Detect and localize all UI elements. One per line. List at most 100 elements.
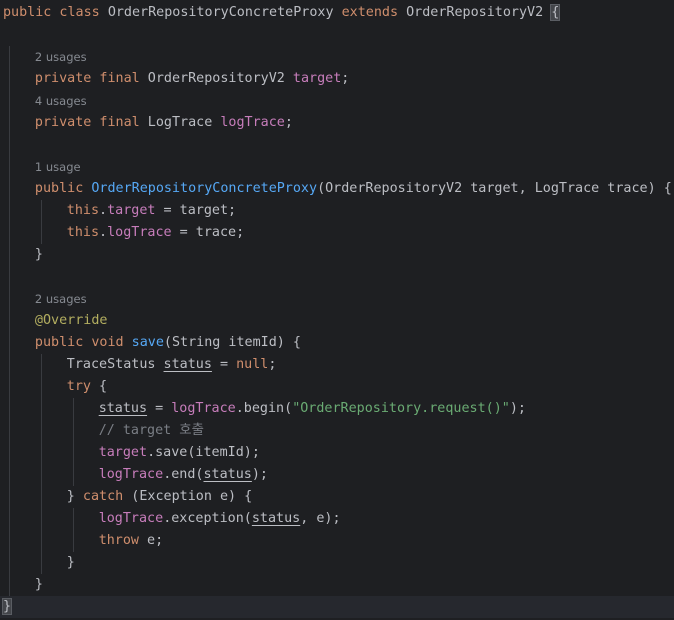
indent-guide xyxy=(9,46,10,596)
code-text[interactable]: logTrace.end(status); xyxy=(99,464,268,486)
code-text[interactable]: try { xyxy=(67,376,107,398)
usages-hint-line[interactable]: 2 usages xyxy=(0,288,674,310)
code-token: { xyxy=(550,4,561,21)
code-token: } xyxy=(66,489,83,504)
code-token: save xyxy=(131,335,164,350)
blank-line[interactable] xyxy=(0,24,674,46)
code-text[interactable]: public void save(String itemId) { xyxy=(35,332,301,354)
code-text[interactable]: } xyxy=(1,596,13,618)
code-token: .exception( xyxy=(163,511,252,526)
usages-hint[interactable]: 2 usages xyxy=(35,288,87,310)
code-line[interactable]: logTrace.exception(status, e); xyxy=(0,508,674,530)
code-editor[interactable]: public class OrderRepositoryConcreteProx… xyxy=(0,0,674,620)
code-token: private final xyxy=(34,115,148,130)
code-token: OrderRepositoryConcreteProxy xyxy=(107,5,342,20)
usages-hint-line[interactable]: 1 usage xyxy=(0,156,674,178)
code-token: logTrace xyxy=(98,511,164,526)
code-token: OrderRepositoryV2 xyxy=(147,71,293,86)
code-token: .end( xyxy=(163,467,204,482)
code-text[interactable]: } catch (Exception e) { xyxy=(67,486,252,508)
code-line[interactable]: private final LogTrace logTrace; xyxy=(0,112,674,134)
code-token: ; xyxy=(284,115,293,130)
code-token: = xyxy=(211,357,237,372)
code-line[interactable]: } xyxy=(0,596,674,618)
code-token: target xyxy=(98,445,148,460)
usages-hint[interactable]: 2 usages xyxy=(35,46,87,68)
code-line[interactable]: @Override xyxy=(0,310,674,332)
code-text[interactable]: this.logTrace = trace; xyxy=(67,222,244,244)
code-token: logTrace xyxy=(107,225,172,240)
code-token: public void xyxy=(34,335,132,350)
code-token: "OrderRepository.request()" xyxy=(292,401,510,416)
code-text[interactable]: private final OrderRepositoryV2 target; xyxy=(35,68,349,90)
blank-line[interactable] xyxy=(0,134,674,156)
code-text[interactable]: this.target = target; xyxy=(67,200,236,222)
code-token: extends xyxy=(341,5,407,20)
code-line[interactable]: } xyxy=(0,574,674,596)
code-text[interactable]: @Override xyxy=(35,310,108,332)
usages-hint[interactable]: 1 usage xyxy=(35,156,81,178)
code-token: TraceStatus xyxy=(66,357,164,372)
code-token: , e); xyxy=(300,511,341,526)
code-line[interactable]: } xyxy=(0,244,674,266)
code-token: { xyxy=(90,379,108,394)
code-token: (String itemId) { xyxy=(163,335,301,350)
blank-line[interactable] xyxy=(0,266,674,288)
code-text[interactable]: private final LogTrace logTrace; xyxy=(35,112,293,134)
code-line[interactable]: this.logTrace = trace; xyxy=(0,222,674,244)
code-text[interactable]: } xyxy=(35,244,43,266)
code-token: . xyxy=(99,225,108,240)
code-text[interactable]: status = logTrace.begin("OrderRepository… xyxy=(99,398,526,420)
code-line[interactable]: try { xyxy=(0,376,674,398)
code-text[interactable]: logTrace.exception(status, e); xyxy=(99,508,341,530)
code-line[interactable]: } xyxy=(0,552,674,574)
code-text[interactable]: // target 호출 xyxy=(99,420,204,442)
code-line[interactable]: throw e; xyxy=(0,530,674,552)
code-text[interactable]: public OrderRepositoryConcreteProxy(Orde… xyxy=(35,178,672,200)
code-token: = xyxy=(147,401,172,416)
code-line[interactable]: private final OrderRepositoryV2 target; xyxy=(0,68,674,90)
code-line[interactable]: // target 호출 xyxy=(0,420,674,442)
code-line[interactable]: logTrace.end(status); xyxy=(0,464,674,486)
code-token: target xyxy=(292,71,342,86)
code-text[interactable]: target.save(itemId); xyxy=(99,442,260,464)
code-token: LogTrace xyxy=(147,115,221,130)
code-line[interactable]: target.save(itemId); xyxy=(0,442,674,464)
code-line[interactable]: TraceStatus status = null; xyxy=(0,354,674,376)
code-line[interactable]: } catch (Exception e) { xyxy=(0,486,674,508)
code-token: ; xyxy=(341,71,350,86)
code-token: logTrace xyxy=(171,401,236,416)
code-token: ); xyxy=(509,401,526,416)
indent-guide xyxy=(40,354,42,574)
code-token: = target; xyxy=(155,203,237,218)
code-token: } xyxy=(34,577,43,592)
usages-hint-line[interactable]: 4 usages xyxy=(0,90,674,112)
code-token: private final xyxy=(34,71,148,86)
indent-guide xyxy=(72,398,74,486)
usages-hint[interactable]: 4 usages xyxy=(35,90,87,112)
code-line[interactable]: public void save(String itemId) { xyxy=(0,332,674,354)
usages-hint-line[interactable]: 2 usages xyxy=(0,46,674,68)
code-token: this xyxy=(66,203,100,218)
code-token: throw xyxy=(98,533,139,548)
code-token: logTrace xyxy=(98,467,164,482)
code-line[interactable]: public OrderRepositoryConcreteProxy(Orde… xyxy=(0,178,674,200)
code-text[interactable]: } xyxy=(35,574,43,596)
code-token: logTrace xyxy=(220,115,285,130)
code-line[interactable]: this.target = target; xyxy=(0,200,674,222)
code-token: status xyxy=(98,401,148,416)
code-line[interactable]: status = logTrace.begin("OrderRepository… xyxy=(0,398,674,420)
code-token: } xyxy=(1,598,13,615)
code-token: (Exception e) { xyxy=(123,489,253,504)
code-token: (OrderRepositoryV2 target, LogTrace trac… xyxy=(317,181,672,196)
code-token: OrderRepositoryConcreteProxy xyxy=(91,181,318,196)
code-text[interactable]: public class OrderRepositoryConcreteProx… xyxy=(3,2,561,24)
code-token: status xyxy=(203,467,252,482)
code-text[interactable]: throw e; xyxy=(99,530,164,552)
code-text[interactable]: TraceStatus status = null; xyxy=(67,354,277,376)
code-token: catch xyxy=(82,489,124,504)
indent-guide xyxy=(72,508,74,552)
code-token: OrderRepositoryV2 xyxy=(406,5,552,20)
code-text[interactable]: } xyxy=(67,552,75,574)
code-line[interactable]: public class OrderRepositoryConcreteProx… xyxy=(0,2,674,24)
